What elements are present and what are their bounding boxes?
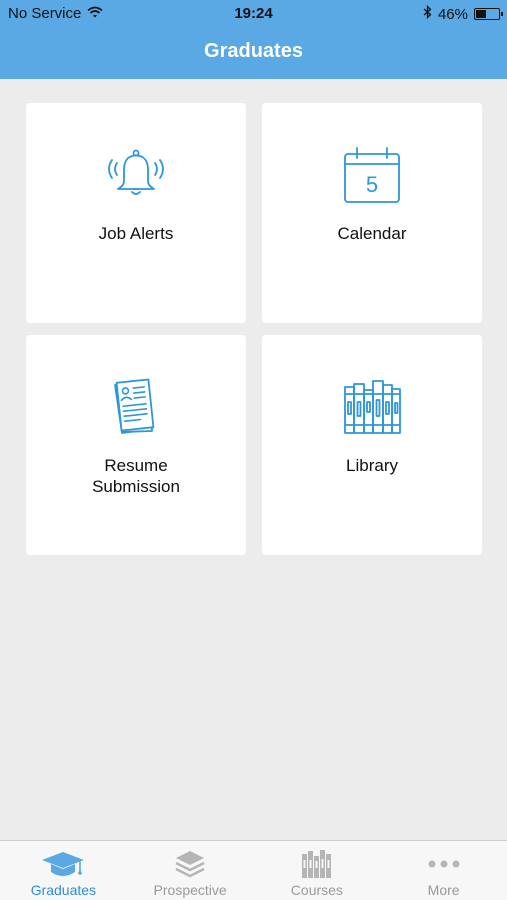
status-bar: No Service 19:24 46% (0, 0, 507, 28)
battery-level (476, 10, 486, 18)
tile-label: Job Alerts (98, 224, 174, 243)
tab-courses[interactable]: Courses (254, 841, 381, 900)
tab-label: More (427, 882, 460, 898)
tab-graduates[interactable]: Graduates (0, 841, 127, 900)
tab-label: Graduates (30, 882, 97, 898)
tile-label: Calendar (337, 224, 407, 243)
tab-bar: Graduates Prospective Courses More (0, 840, 507, 900)
resume-icon (26, 377, 246, 439)
battery-percent: 46% (437, 5, 468, 23)
more-dots-icon (380, 848, 507, 880)
books-icon (254, 848, 381, 880)
bluetooth-icon (423, 4, 432, 23)
tile-resume-submission[interactable]: Resume Submission (26, 335, 246, 555)
header: No Service 19:24 46% Graduates (0, 0, 507, 79)
tile-label: Library (346, 456, 398, 475)
tab-label: Courses (290, 882, 343, 898)
calendar-day: 5 (366, 172, 378, 197)
tile-label: Resume Submission (92, 456, 180, 496)
tab-more[interactable]: More (380, 841, 507, 900)
tab-label: Prospective (153, 882, 227, 898)
page-title: Graduates (204, 40, 303, 62)
library-icon (262, 377, 482, 439)
tile-calendar[interactable]: 5 Calendar (262, 103, 482, 323)
status-right: 46% (423, 4, 503, 23)
tile-job-alerts[interactable]: Job Alerts (26, 103, 246, 323)
calendar-icon: 5 (262, 145, 482, 207)
battery-cap (501, 12, 503, 16)
bell-icon (26, 145, 246, 207)
tab-prospective[interactable]: Prospective (127, 841, 254, 900)
battery-icon (474, 8, 503, 20)
layers-icon (127, 848, 254, 880)
tile-library[interactable]: Library (262, 335, 482, 555)
graduation-cap-icon (0, 848, 127, 880)
